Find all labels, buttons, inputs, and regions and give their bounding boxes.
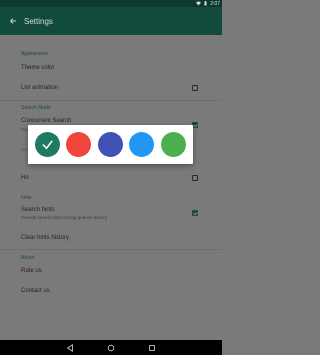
partially-hidden-item[interactable]: Ho [21,175,29,181]
section-appearance: Appearance [21,51,48,57]
status-time: 2:07 [210,0,220,7]
status-bar: 2:07 [0,0,222,7]
arrow-left-icon [9,18,17,24]
color-picker-dialog [28,125,193,164]
search-hints-summary: Provide search hints storing queries his… [21,215,108,220]
clear-hints-item[interactable]: Clear hints history [21,235,69,241]
color-swatch-indigo[interactable] [98,132,123,157]
concurrent-search-item[interactable]: Concurrent Search [21,118,71,124]
check-icon [42,140,53,150]
section-about: About [21,255,35,261]
divider [0,249,222,250]
back-button[interactable] [8,16,18,26]
section-search-mode: Search Mode [21,105,51,111]
battery-icon [204,1,207,6]
nav-home-icon[interactable] [107,344,115,352]
theme-color-item[interactable]: Theme color [21,65,54,71]
settings-list: Appearance Theme color List animation Se… [0,35,222,340]
list-animation-checkbox[interactable] [192,85,198,91]
color-swatch-teal[interactable] [35,132,60,157]
partially-hidden-checkbox[interactable] [192,175,198,181]
navigation-bar [0,340,222,355]
app-toolbar: Settings [0,7,222,35]
nav-recents-icon[interactable] [148,344,156,352]
contact-us-item[interactable]: Contact us [21,288,50,294]
wifi-icon [196,1,202,6]
color-swatch-green[interactable] [161,132,186,157]
page-title: Settings [24,16,53,26]
section-hints: hints [21,195,32,201]
divider [0,100,222,101]
search-hints-checkbox[interactable] [192,210,198,216]
rate-us-item[interactable]: Rate us [21,268,42,274]
nav-back-icon[interactable] [66,343,74,352]
color-swatch-blue[interactable] [129,132,154,157]
search-hints-item[interactable]: Search hints [21,207,54,213]
list-animation-item[interactable]: List animation [21,85,58,91]
color-swatch-red[interactable] [66,132,91,157]
